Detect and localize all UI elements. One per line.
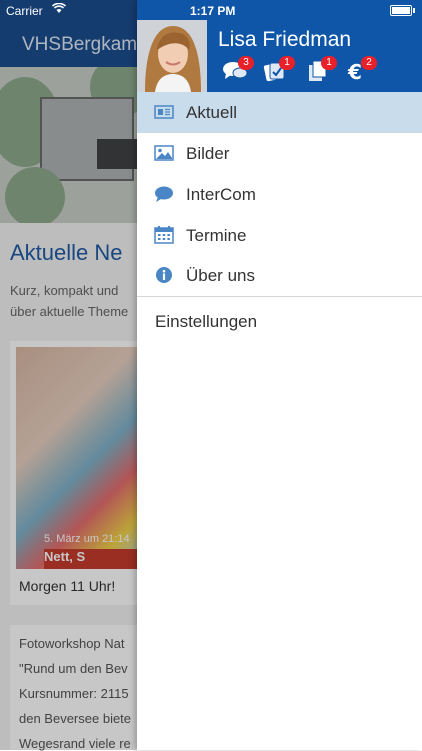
battery-icon [390, 5, 415, 16]
info-icon [154, 266, 174, 284]
speech-bubble-icon [154, 185, 174, 203]
menu-divider [137, 296, 422, 297]
svg-text:€: € [347, 60, 362, 82]
calendar-icon [154, 226, 174, 244]
documents-badge: 1 [321, 56, 337, 70]
menu-item-bilder[interactable]: Bilder [137, 133, 422, 174]
euro-badge: 2 [361, 56, 377, 70]
chat-badge: 3 [238, 56, 254, 70]
menu-label: Über uns [186, 266, 255, 285]
carrier-label: Carrier [6, 4, 43, 18]
newspaper-icon [154, 103, 174, 121]
menu-item-aktuell[interactable]: Aktuell [137, 92, 422, 133]
chat-icon[interactable]: 3 [222, 56, 254, 82]
menu-label: InterCom [186, 185, 256, 204]
menu-label: Aktuell [186, 103, 238, 122]
status-bar: Carrier 1:17 PM [0, 0, 422, 20]
image-icon [154, 144, 174, 162]
side-drawer: Lisa Friedman 3 1 1 € 2 Aktuell Bilder I… [137, 0, 422, 750]
tickets-icon[interactable]: 1 [263, 56, 295, 82]
menu-label: Termine [186, 226, 247, 245]
documents-icon[interactable]: 1 [305, 56, 337, 82]
settings-item[interactable]: Einstellungen [155, 312, 257, 332]
menu-label: Bilder [186, 144, 230, 163]
avatar[interactable] [137, 20, 207, 92]
menu-item-ueber-uns[interactable]: Über uns [137, 255, 422, 296]
wifi-icon [51, 2, 67, 17]
euro-icon[interactable]: € 2 [345, 56, 377, 84]
menu-item-intercom[interactable]: InterCom [137, 174, 422, 215]
menu-item-termine[interactable]: Termine [137, 215, 422, 256]
user-name[interactable]: Lisa Friedman [218, 28, 351, 52]
tickets-badge: 1 [279, 56, 295, 70]
drawer-dim-overlay[interactable] [0, 0, 138, 750]
status-time: 1:17 PM [190, 4, 236, 18]
